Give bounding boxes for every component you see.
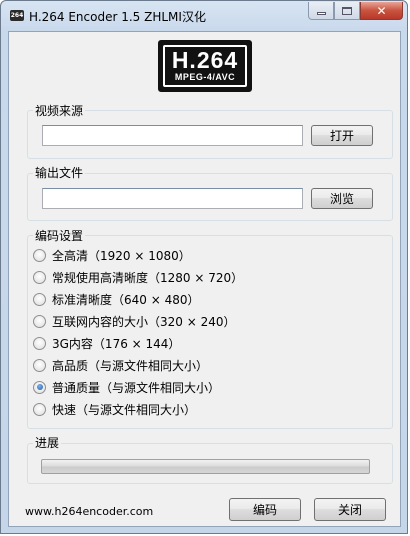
- app-icon[interactable]: 264: [10, 10, 24, 21]
- settings-group-label: 编码设置: [33, 227, 86, 244]
- radio-button[interactable]: [33, 358, 46, 372]
- option-label: 普通质量（与源文件相同大小）: [52, 380, 221, 395]
- website-link[interactable]: www.h264encoder.com: [25, 505, 153, 518]
- option-label: 互联网内容的大小（320 × 240）: [52, 314, 236, 329]
- option-label: 常规使用高清晰度（1280 × 720）: [52, 270, 244, 285]
- output-path-input[interactable]: [42, 188, 303, 209]
- option-label: 标准清晰度（640 × 480）: [52, 292, 200, 307]
- title-bar[interactable]: 264 H.264 Encoder 1.5 ZHLMI汉化 ✕: [1, 1, 409, 31]
- close-icon: ✕: [376, 3, 387, 18]
- open-button[interactable]: 打开: [311, 125, 373, 146]
- radio-button[interactable]: [33, 402, 46, 416]
- maximize-button[interactable]: [334, 2, 360, 20]
- option-label: 快速（与源文件相同大小）: [52, 402, 197, 417]
- progress-group-label: 进展: [33, 434, 62, 451]
- radio-button-selected[interactable]: [33, 380, 46, 394]
- option-high-quality[interactable]: 高品质（与源文件相同大小）: [33, 357, 208, 373]
- close-button[interactable]: 关闭: [314, 498, 386, 521]
- option-hd-720[interactable]: 常规使用高清晰度（1280 × 720）: [33, 269, 243, 285]
- minimize-button[interactable]: [308, 2, 334, 20]
- option-label: 3G内容（176 × 144）: [52, 336, 181, 351]
- option-label: 高品质（与源文件相同大小）: [52, 358, 209, 373]
- window-title: H.264 Encoder 1.5 ZHLMI汉化: [29, 10, 206, 24]
- output-group-label: 输出文件: [33, 164, 86, 181]
- option-normal-quality[interactable]: 普通质量（与源文件相同大小）: [33, 379, 220, 395]
- option-web-240[interactable]: 互联网内容的大小（320 × 240）: [33, 313, 236, 329]
- option-sd-480[interactable]: 标准清晰度（640 × 480）: [33, 291, 200, 307]
- radio-button[interactable]: [33, 248, 46, 262]
- client-area: H.264 MPEG-4/AVC 视频来源 打开 输出文件 浏览 编码设置 全高…: [8, 31, 401, 527]
- encode-button[interactable]: 编码: [229, 498, 301, 521]
- radio-button[interactable]: [33, 336, 46, 350]
- radio-button[interactable]: [33, 314, 46, 328]
- option-label: 全高清（1920 × 1080）: [52, 248, 191, 263]
- logo-frame: H.264 MPEG-4/AVC: [163, 45, 247, 87]
- logo-sub-text: MPEG-4/AVC: [174, 72, 236, 82]
- maximize-icon: [342, 6, 352, 15]
- radio-button[interactable]: [33, 292, 46, 306]
- progress-bar: [41, 459, 370, 474]
- option-fast[interactable]: 快速（与源文件相同大小）: [33, 401, 196, 417]
- option-3g-144[interactable]: 3G内容（176 × 144）: [33, 335, 180, 351]
- source-group-label: 视频来源: [33, 102, 86, 119]
- option-full-hd[interactable]: 全高清（1920 × 1080）: [33, 247, 191, 263]
- browse-button[interactable]: 浏览: [311, 188, 373, 209]
- close-window-button[interactable]: ✕: [360, 2, 403, 20]
- source-path-input[interactable]: [42, 125, 303, 146]
- caption-buttons: ✕: [308, 2, 403, 21]
- radio-button[interactable]: [33, 270, 46, 284]
- logo-main-text: H.264: [171, 47, 239, 73]
- main-window: 264 H.264 Encoder 1.5 ZHLMI汉化 ✕ H.264 MP…: [0, 0, 408, 534]
- minimize-icon: [316, 12, 326, 15]
- h264-logo: H.264 MPEG-4/AVC: [158, 40, 252, 92]
